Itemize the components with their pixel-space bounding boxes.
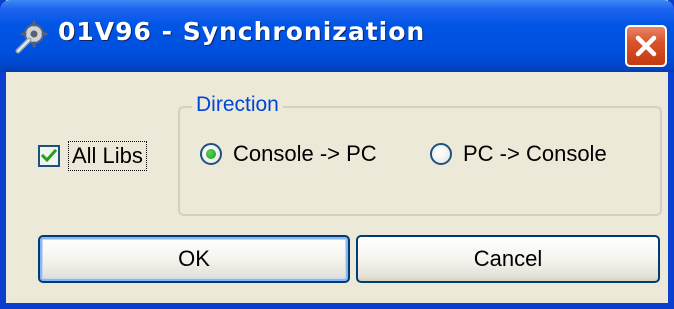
radio-pc-to-console[interactable]: PC -> Console [430, 139, 607, 169]
radio-selected-dot [206, 149, 216, 159]
ok-button[interactable]: OK [38, 235, 350, 283]
cancel-button[interactable]: Cancel [356, 235, 660, 283]
window-title: 01V96 - Synchronization [58, 17, 426, 46]
title-bar[interactable]: 01V96 - Synchronization [0, 0, 674, 72]
checkmark-icon [40, 148, 58, 163]
radio-console-to-pc-label: Console -> PC [233, 141, 377, 166]
all-libs-checkbox[interactable]: All Libs [38, 141, 147, 171]
sync-dialog-window: 01V96 - Synchronization All Libs Directi… [0, 0, 674, 309]
wrench-gear-icon [15, 20, 48, 54]
radio-console-to-pc[interactable]: Console -> PC [200, 139, 377, 169]
close-icon [635, 35, 657, 57]
dialog-body: All Libs Direction Console -> PC PC -> C… [6, 72, 668, 303]
direction-group-title: Direction [192, 93, 283, 117]
all-libs-label: All Libs [68, 141, 147, 171]
radio-pc-to-console-label: PC -> Console [463, 141, 607, 166]
radio-button-selected[interactable] [200, 143, 222, 165]
checkbox-box[interactable] [38, 145, 60, 167]
close-button[interactable] [625, 25, 667, 67]
radio-button-unselected[interactable] [430, 143, 452, 165]
